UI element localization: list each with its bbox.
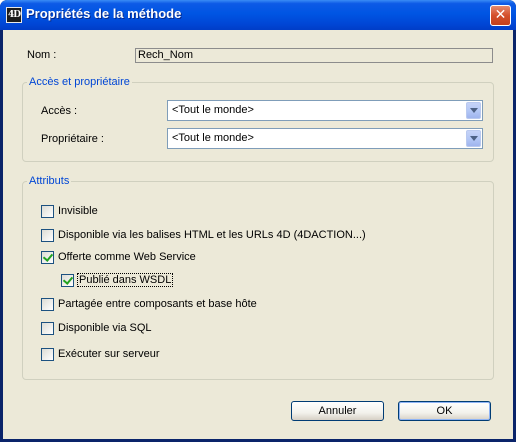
checkbox-box[interactable]	[41, 205, 54, 218]
ok-button[interactable]: OK	[398, 401, 491, 421]
dialog-client-area: Nom : Rech_Nom Accès et propriétaire Acc…	[3, 30, 513, 439]
checkbox-label: Publié dans WSDL	[76, 273, 174, 287]
attributes-legend: Attributs	[29, 175, 70, 187]
name-label: Nom :	[27, 49, 57, 61]
access-select-value: <Tout le monde>	[172, 104, 254, 116]
name-field: Rech_Nom	[135, 48, 493, 63]
access-select[interactable]: <Tout le monde>	[167, 100, 483, 121]
title-bar[interactable]: 4D Propriétés de la méthode ✕	[0, 0, 516, 30]
checkbox-box[interactable]	[41, 229, 54, 242]
access-label: Accès :	[41, 105, 78, 117]
window-title: Propriétés de la méthode	[26, 6, 182, 21]
checkbox-label: Exécuter sur serveur	[58, 348, 160, 360]
checkbox-label: Partagée entre composants et base hôte	[58, 298, 257, 310]
owner-select[interactable]: <Tout le monde>	[167, 128, 483, 149]
cancel-button[interactable]: Annuler	[291, 401, 384, 421]
checkbox-box-checked[interactable]	[41, 251, 54, 264]
owner-label: Propriétaire :	[41, 133, 104, 145]
checkbox-label: Disponible via SQL	[58, 322, 152, 334]
checkbox-label: Offerte comme Web Service	[58, 251, 196, 263]
app-4d-icon: 4D	[6, 7, 22, 23]
checkbox-box[interactable]	[41, 298, 54, 311]
checkbox-box-checked[interactable]	[61, 274, 74, 287]
checkbox-label: Invisible	[58, 205, 98, 217]
owner-select-value: <Tout le monde>	[172, 132, 254, 144]
checkbox-box[interactable]	[41, 322, 54, 335]
close-button[interactable]: ✕	[490, 5, 511, 26]
chevron-down-icon[interactable]	[466, 102, 481, 119]
checkbox-label: Disponible via les balises HTML et les U…	[58, 229, 366, 241]
checkbox-box[interactable]	[41, 348, 54, 361]
chevron-down-icon[interactable]	[466, 130, 481, 147]
dialog-window: 4D Propriétés de la méthode ✕ Nom : Rech…	[0, 0, 516, 442]
access-owner-legend: Accès et propriétaire	[29, 76, 130, 88]
